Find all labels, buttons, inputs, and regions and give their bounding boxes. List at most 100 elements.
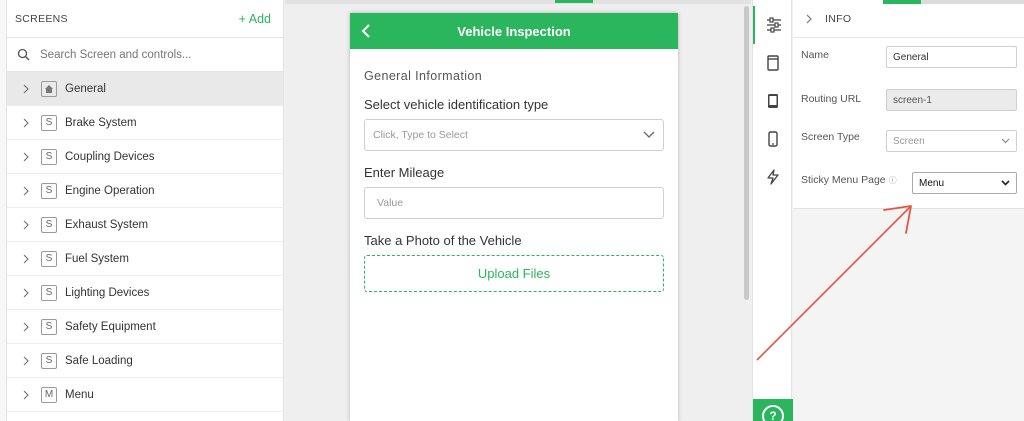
- screens-header: SCREENS + Add: [7, 0, 283, 38]
- lightning-icon: [767, 169, 779, 185]
- screen-type-select[interactable]: Screen: [886, 130, 1017, 152]
- name-value: General: [893, 51, 929, 63]
- tool-rail: ?: [752, 0, 793, 421]
- mobile-view-tab[interactable]: [753, 120, 793, 158]
- phone-preview: Vehicle Inspection General Information S…: [350, 13, 678, 421]
- sticky-value: Menu: [919, 177, 945, 189]
- properties-panel: INFO Name General Routing URL screen-1 S…: [793, 0, 1024, 421]
- screen-item-safety-equipment[interactable]: S Safety Equipment: [7, 310, 283, 344]
- add-screen-button[interactable]: + Add: [239, 12, 271, 26]
- back-arrow-icon[interactable]: [358, 22, 376, 40]
- screen-item-label: Exhaust System: [65, 218, 149, 231]
- name-field[interactable]: General: [886, 46, 1017, 68]
- mileage-placeholder: Value: [377, 197, 404, 209]
- screen-item-general[interactable]: General: [7, 72, 283, 106]
- screen-item-label: Safety Equipment: [65, 320, 156, 333]
- screen-item-coupling-devices[interactable]: S Coupling Devices: [7, 140, 283, 174]
- tablet-view-tab[interactable]: [753, 82, 793, 120]
- screen-item-exhaust-system[interactable]: S Exhaust System: [7, 208, 283, 242]
- sliders-icon: [767, 17, 781, 33]
- phone-header: Vehicle Inspection: [350, 13, 678, 49]
- screen-badge-icon: S: [41, 250, 57, 267]
- home-icon: [41, 80, 57, 97]
- screen-badge-icon: S: [41, 284, 57, 301]
- chevron-right-icon[interactable]: [19, 354, 33, 368]
- chevron-right-icon[interactable]: [19, 116, 33, 130]
- screen-badge-icon: S: [41, 148, 57, 165]
- vehicle-id-type-select[interactable]: Click, Type to Select: [364, 119, 664, 151]
- screen-item-label: Safe Loading: [65, 354, 133, 367]
- phone-title: Vehicle Inspection: [457, 23, 571, 39]
- canvas-top-ruler: [285, 0, 751, 4]
- screen-type-label: Screen Type: [801, 131, 860, 143]
- help-button[interactable]: ?: [753, 399, 793, 421]
- select-placeholder: Click, Type to Select: [373, 129, 468, 141]
- search-row: [7, 38, 283, 72]
- screen-item-label: General: [65, 82, 106, 95]
- vehicle-id-type-label: Select vehicle identification type: [364, 97, 549, 112]
- chevron-right-icon[interactable]: [19, 82, 33, 96]
- phone-body: General Information Select vehicle ident…: [350, 69, 678, 292]
- screens-title: SCREENS: [15, 12, 68, 25]
- screen-badge-icon: S: [41, 318, 57, 335]
- screen-item-label: Lighting Devices: [65, 286, 150, 299]
- photo-label: Take a Photo of the Vehicle: [364, 233, 522, 248]
- section-title: General Information: [364, 69, 483, 83]
- screen-item-menu[interactable]: M Menu: [7, 378, 283, 412]
- routing-url-field: screen-1: [886, 89, 1017, 111]
- chevron-right-icon[interactable]: [19, 184, 33, 198]
- chevron-down-icon: [1001, 180, 1010, 186]
- mileage-input[interactable]: Value: [364, 187, 664, 219]
- screen-item-fuel-system[interactable]: S Fuel System: [7, 242, 283, 276]
- screen-item-label: Menu: [65, 388, 94, 401]
- search-icon: [17, 48, 30, 61]
- search-input[interactable]: [40, 48, 260, 61]
- routing-label: Routing URL: [801, 93, 862, 105]
- chevron-down-icon: [643, 131, 655, 138]
- sticky-label: Sticky Menu Page: [801, 174, 886, 186]
- screen-badge-icon: S: [41, 216, 57, 233]
- tablet-icon: [768, 94, 778, 108]
- page-view-tab[interactable]: [753, 44, 793, 82]
- screen-item-brake-system[interactable]: S Brake System: [7, 106, 283, 140]
- screen-list: General S Brake System S Coupling Device…: [7, 72, 283, 412]
- chevron-right-icon[interactable]: [19, 320, 33, 334]
- screen-item-label: Engine Operation: [65, 184, 155, 197]
- mobile-icon: [768, 131, 778, 147]
- screen-item-lighting-devices[interactable]: S Lighting Devices: [7, 276, 283, 310]
- page-icon: [767, 55, 779, 71]
- screen-item-label: Coupling Devices: [65, 150, 155, 163]
- routing-row: Routing URL: [801, 93, 885, 105]
- props-top-tab-active: [883, 0, 921, 4]
- actions-tab[interactable]: [753, 158, 793, 196]
- screen-badge-icon: S: [41, 352, 57, 369]
- chevron-right-icon[interactable]: [19, 252, 33, 266]
- screens-panel: SCREENS + Add General S Brake System S C…: [7, 0, 284, 421]
- name-label: Name: [801, 49, 830, 61]
- screen-type-value: Screen: [893, 135, 925, 147]
- screen-badge-icon: M: [41, 386, 57, 403]
- screen-badge-icon: S: [41, 182, 57, 199]
- info-icon[interactable]: ⓘ: [889, 175, 897, 186]
- screen-badge-icon: S: [41, 114, 57, 131]
- canvas-scrollbar[interactable]: [744, 6, 749, 300]
- info-header[interactable]: INFO: [793, 0, 1024, 38]
- screen-item-engine-operation[interactable]: S Engine Operation: [7, 174, 283, 208]
- chevron-right-icon[interactable]: [19, 388, 33, 402]
- upload-files-button[interactable]: Upload Files: [364, 255, 664, 292]
- properties-tab[interactable]: [753, 6, 793, 44]
- mileage-label: Enter Mileage: [364, 165, 445, 180]
- props-top-tab: [921, 0, 1024, 4]
- chevron-right-icon: [806, 14, 812, 23]
- screen-item-label: Brake System: [65, 116, 137, 129]
- name-row: Name: [801, 49, 885, 61]
- screen-item-label: Fuel System: [65, 252, 129, 265]
- info-title: INFO: [825, 12, 852, 25]
- chevron-right-icon[interactable]: [19, 218, 33, 232]
- sticky-menu-select[interactable]: Menu: [912, 172, 1017, 194]
- screen-item-safe-loading[interactable]: S Safe Loading: [7, 344, 283, 378]
- chevron-right-icon[interactable]: [19, 150, 33, 164]
- routing-value: screen-1: [893, 94, 932, 106]
- help-icon: ?: [762, 405, 784, 421]
- chevron-right-icon[interactable]: [19, 286, 33, 300]
